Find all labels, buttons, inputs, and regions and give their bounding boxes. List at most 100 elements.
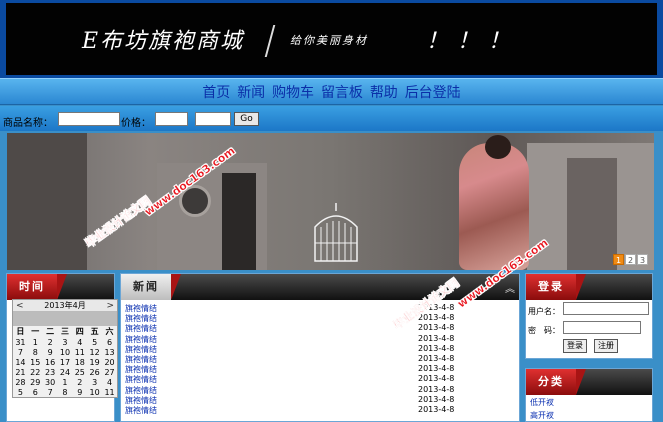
nav-cart[interactable]: 购物车 (272, 82, 314, 102)
calendar-day[interactable]: 8 (58, 387, 73, 397)
calendar-week-row: 31 1 2 3 4 5 6 (13, 337, 117, 347)
calendar-day[interactable]: 9 (43, 347, 58, 357)
collapse-icon[interactable]: ︽ (505, 280, 515, 295)
news-item: 旗袍情结 2013-4-8 (125, 405, 455, 415)
calendar-day[interactable]: 11 (72, 347, 87, 357)
calendar-day[interactable]: 24 (58, 367, 73, 377)
calendar-day[interactable]: 4 (102, 377, 117, 387)
time-panel-title: 时间 (7, 274, 67, 300)
logo-divider (264, 25, 276, 57)
slide-page-3[interactable]: 3 (637, 254, 648, 265)
calendar-day[interactable]: 8 (28, 347, 43, 357)
calendar-day[interactable]: 25 (72, 367, 87, 377)
site-logo[interactable]: E布坊旗袍商城 (82, 23, 244, 55)
header-exclaim: ！！！ (426, 29, 520, 54)
weekday-mon: 一 (31, 327, 40, 336)
hero-model-dress (459, 143, 529, 270)
calendar-day[interactable]: 16 (43, 357, 58, 367)
calendar-day[interactable]: 12 (87, 347, 102, 357)
calendar-next-button[interactable]: > (106, 300, 114, 312)
calendar-day[interactable]: 2 (72, 377, 87, 387)
news-panel-title: 新闻 (121, 274, 181, 300)
calendar-day[interactable]: 27 (102, 367, 117, 377)
news-date: 2013-4-8 (418, 384, 455, 394)
calendar-day[interactable]: 14 (13, 357, 28, 367)
news-date: 2013-4-8 (418, 343, 455, 353)
nav-admin-login[interactable]: 后台登陆 (405, 82, 461, 102)
category-panel-title: 分类 (526, 369, 586, 395)
weekday-wed: 三 (60, 327, 69, 336)
product-name-input[interactable] (58, 112, 120, 126)
calendar-day[interactable]: 30 (43, 377, 58, 387)
calendar-day[interactable]: 1 (28, 337, 43, 347)
login-panel-header: 登录 (526, 274, 652, 300)
calendar-day[interactable]: 5 (87, 337, 102, 347)
username-label: 用户名： (528, 307, 560, 316)
calendar-day[interactable]: 6 (102, 337, 117, 347)
news-date: 2013-4-8 (418, 394, 455, 404)
category-item[interactable]: 高开衩 (530, 410, 554, 421)
nav-list: 首页 新闻 购物车 留言板 帮助 后台登陆 (200, 82, 462, 102)
calendar-day[interactable]: 15 (28, 357, 43, 367)
register-button[interactable]: 注册 (594, 339, 618, 353)
calendar-day[interactable]: 13 (102, 347, 117, 357)
calendar-day[interactable]: 28 (13, 377, 28, 387)
calendar-day[interactable]: 1 (58, 377, 73, 387)
calendar-day[interactable]: 19 (87, 357, 102, 367)
search-bar: 商品名称： 价格： Go (0, 106, 663, 131)
calendar-month-label: 2013年4月 (44, 301, 86, 310)
calendar-day[interactable]: 29 (28, 377, 43, 387)
nav-guestbook[interactable]: 留言板 (321, 82, 363, 102)
calendar-day[interactable]: 31 (13, 337, 28, 347)
news-item: 旗袍情结 2013-4-8 (125, 354, 455, 364)
price-min-input[interactable] (155, 112, 188, 126)
slide-page-1[interactable]: 1 (613, 254, 624, 265)
calendar-day[interactable]: 3 (87, 377, 102, 387)
news-date: 2013-4-8 (418, 333, 455, 343)
nav-home[interactable]: 首页 (202, 82, 230, 102)
news-date: 2013-4-8 (418, 323, 455, 333)
weekday-tue: 二 (46, 327, 55, 336)
calendar-day[interactable]: 17 (58, 357, 73, 367)
calendar-day[interactable]: 10 (87, 387, 102, 397)
weekday-sun: 日 (16, 327, 25, 336)
news-title-link[interactable]: 旗袍情结 (125, 405, 157, 416)
username-input[interactable] (563, 302, 649, 315)
calendar-day[interactable]: 5 (13, 387, 28, 397)
calendar-day[interactable]: 3 (58, 337, 73, 347)
calendar-day[interactable]: 7 (13, 347, 28, 357)
calendar-day[interactable]: 26 (87, 367, 102, 377)
calendar-day[interactable]: 20 (102, 357, 117, 367)
calendar-day[interactable]: 4 (72, 337, 87, 347)
site-slogan: 给你美丽身材 (290, 34, 368, 47)
main-nav: 首页 新闻 购物车 留言板 帮助 后台登陆 (0, 78, 663, 105)
calendar-day[interactable]: 10 (58, 347, 73, 357)
calendar-day[interactable]: 2 (43, 337, 58, 347)
news-item: 旗袍情结 2013-4-8 (125, 364, 455, 374)
calendar-day[interactable]: 22 (28, 367, 43, 377)
nav-help[interactable]: 帮助 (370, 82, 398, 102)
calendar-day[interactable]: 18 (72, 357, 87, 367)
calendar-day[interactable]: 6 (28, 387, 43, 397)
calendar-spacer (13, 312, 117, 326)
calendar-day[interactable]: 7 (43, 387, 58, 397)
login-button[interactable]: 登录 (563, 339, 587, 353)
hero-model-head (485, 135, 511, 159)
price-max-input[interactable] (195, 112, 231, 126)
news-item: 旗袍情结 2013-4-8 (125, 385, 455, 395)
calendar: < 2013年4月 > 日 一 二 三 四 五 六 31 1 2 3 4 5 6 7 8 9 10 1… (12, 299, 118, 398)
calendar-day[interactable]: 9 (72, 387, 87, 397)
search-go-button[interactable]: Go (234, 112, 259, 126)
calendar-day[interactable]: 11 (102, 387, 117, 397)
nav-news[interactable]: 新闻 (237, 82, 265, 102)
password-input[interactable] (563, 321, 641, 334)
calendar-prev-button[interactable]: < (16, 300, 24, 312)
slide-page-2[interactable]: 2 (625, 254, 636, 265)
category-item[interactable]: 低开衩 (530, 397, 554, 408)
hero-slideshow[interactable]: 123 (7, 133, 654, 270)
news-item: 旗袍情结 2013-4-8 (125, 374, 455, 384)
calendar-day[interactable]: 21 (13, 367, 28, 377)
weekday-thu: 四 (75, 327, 84, 336)
category-panel: 分类 低开衩 高开衩 (525, 368, 653, 422)
calendar-day[interactable]: 23 (43, 367, 58, 377)
